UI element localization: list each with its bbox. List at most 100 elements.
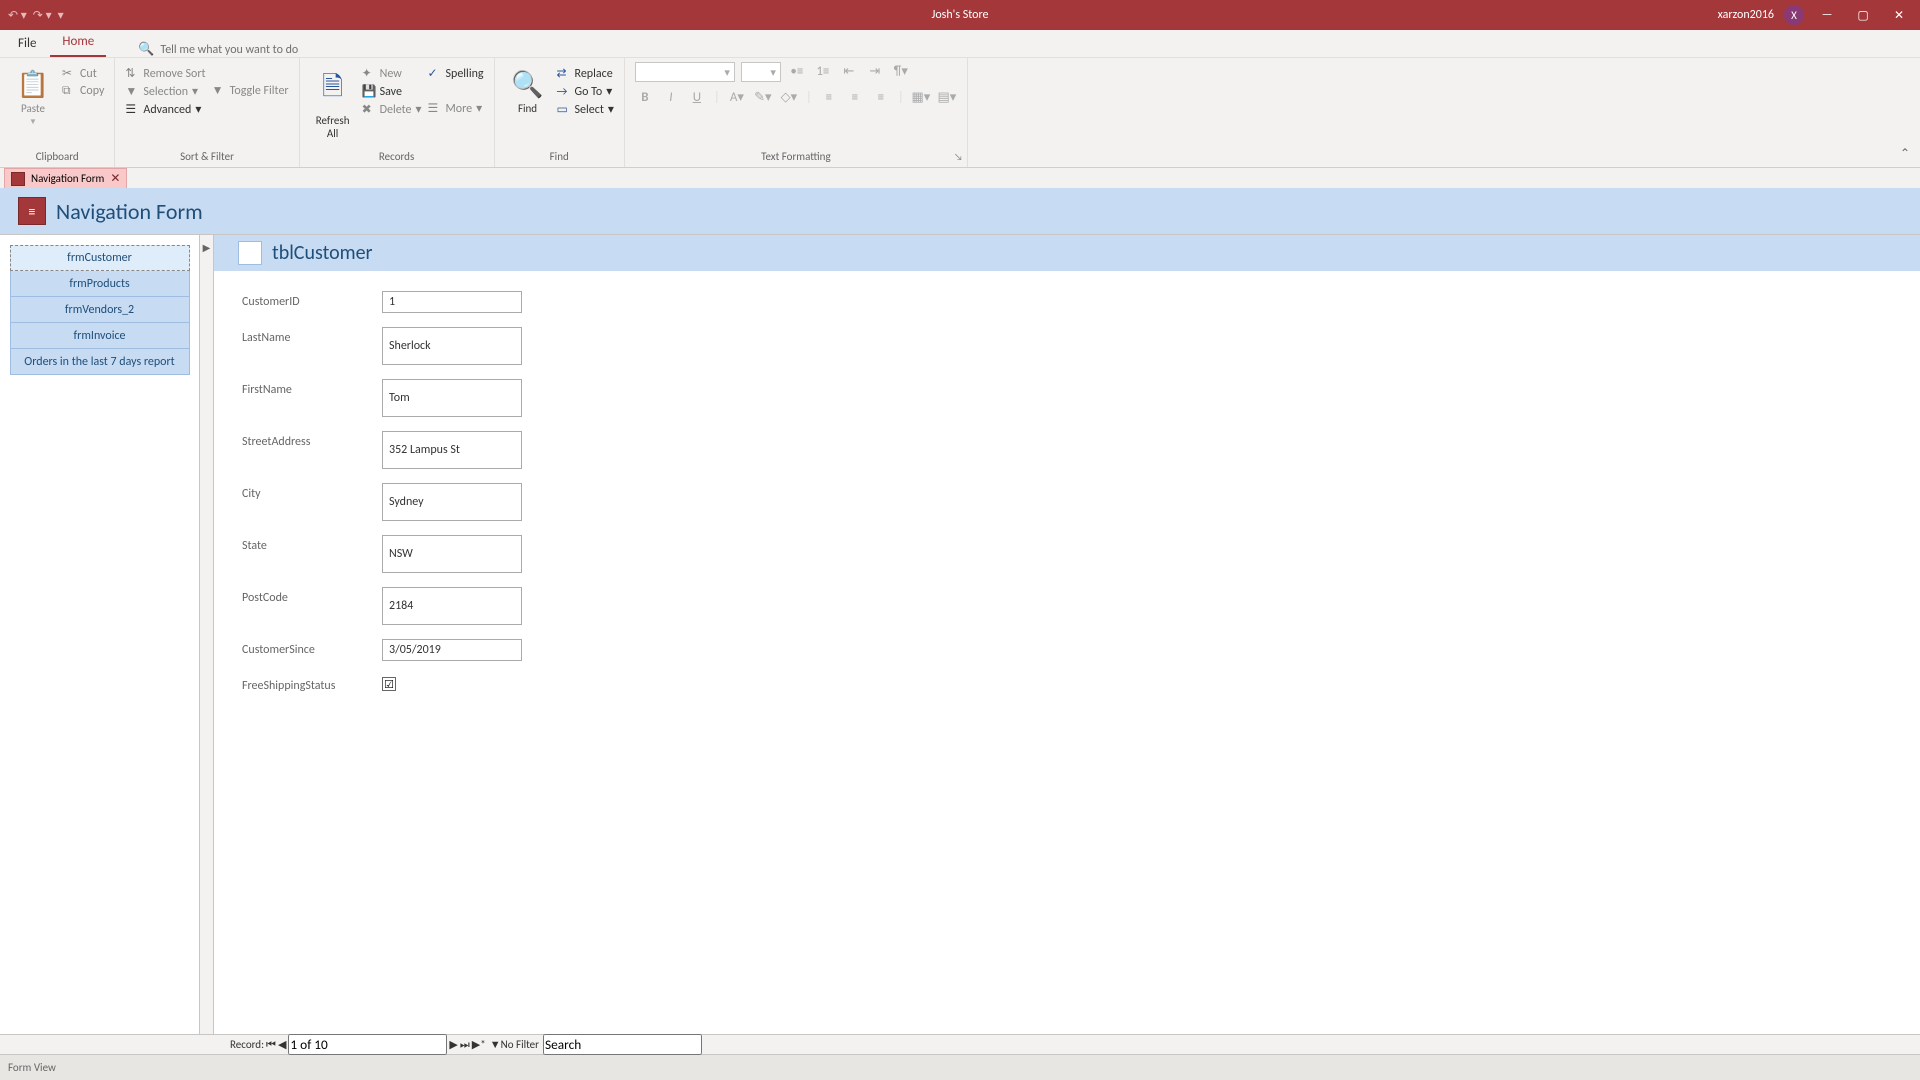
document-tab-navigationform[interactable]: Navigation Form ✕ [4, 168, 127, 188]
status-mode: Form View [8, 1061, 56, 1074]
paste-button: 📋 Paste ▼ [10, 62, 56, 127]
last-record-button[interactable]: ⏭ [460, 1038, 470, 1052]
new-icon: ✦ [362, 66, 376, 81]
label-lastname: LastName [242, 327, 362, 345]
ribbon-group-textformat: ▾ ▾ •≡ 1≡ ⇤ ⇥ ¶▾ B I U | A▾ ✎▾ ◇▾ | ≡ ≡ … [625, 58, 968, 167]
align-right-button: ≡ [871, 88, 891, 108]
input-streetaddress[interactable] [382, 431, 522, 469]
goto-icon: → [557, 85, 571, 99]
tell-me-placeholder: Tell me what you want to do [160, 43, 298, 57]
input-state[interactable] [382, 535, 522, 573]
next-record-button[interactable]: ▶ [449, 1038, 457, 1051]
label-streetaddress: StreetAddress [242, 431, 362, 449]
ribbon-group-records: 🗎 Refresh All ✦New 💾Save ✖Delete ▾ ✓Spel… [300, 58, 495, 167]
label-customerid: CustomerID [242, 291, 362, 309]
align-center-button: ≡ [845, 88, 865, 108]
new-record-button[interactable]: ▶* [472, 1038, 486, 1051]
app-title: Josh's Store [932, 8, 989, 22]
tab-file[interactable]: File [6, 32, 48, 57]
filter-icon: ▼ [490, 1038, 501, 1051]
font-family-select: ▾ [635, 62, 735, 82]
copy-icon: ⧉ [62, 84, 76, 98]
tab-home[interactable]: Home [50, 30, 106, 57]
navigation-form-header: ≡ Navigation Form [0, 188, 1920, 234]
spelling-button[interactable]: ✓Spelling [428, 66, 484, 81]
user-avatar[interactable]: X [1784, 5, 1804, 25]
label-firstname: FirstName [242, 379, 362, 397]
user-name[interactable]: xarzon2016 [1718, 8, 1774, 22]
redo-button[interactable]: ↷ ▾ [33, 8, 52, 23]
document-tab-bar: Navigation Form ✕ [0, 168, 1920, 188]
nav-item-frmvendors2[interactable]: frmVendors_2 [10, 297, 190, 323]
refresh-label: Refresh All [316, 114, 350, 140]
maximize-button[interactable]: ▢ [1850, 8, 1876, 23]
minimize-button[interactable]: — [1814, 8, 1840, 22]
label-customersince: CustomerSince [242, 639, 362, 657]
nav-item-frminvoice[interactable]: frmInvoice [10, 323, 190, 349]
copy-button: ⧉Copy [62, 84, 104, 98]
navigation-form-icon: ≡ [18, 197, 46, 225]
ribbon-group-sortfilter: ⇅Remove Sort ▼Selection ▾ ☰Advanced ▾ x … [115, 58, 299, 167]
undo-button[interactable]: ↶ ▾ [8, 8, 27, 23]
align-left-button: ≡ [819, 88, 839, 108]
advanced-button[interactable]: ☰Advanced ▾ [125, 102, 205, 117]
replace-button[interactable]: ⇄Replace [557, 66, 614, 81]
nav-item-ordersreport[interactable]: Orders in the last 7 days report [10, 349, 190, 375]
label-state: State [242, 535, 362, 553]
record-position-input[interactable] [288, 1034, 447, 1055]
ribbon-tabs: File Home 🔍 Tell me what you want to do [0, 30, 1920, 58]
find-button[interactable]: 🔍 Find [505, 62, 551, 115]
close-button[interactable]: ✕ [1886, 8, 1912, 23]
record-label: Record: [230, 1038, 264, 1051]
italic-button: I [661, 88, 681, 108]
textformat-launcher-icon[interactable]: ↘ [954, 150, 963, 163]
tell-me-box[interactable]: 🔍 Tell me what you want to do [108, 42, 298, 57]
first-record-button[interactable]: ⏮ [266, 1038, 276, 1052]
input-city[interactable] [382, 483, 522, 521]
ribbon-group-find: 🔍 Find ⇄Replace →Go To ▾ ▭Select ▾ Find [495, 58, 625, 167]
refresh-icon: 🗎 [322, 68, 343, 112]
label-postcode: PostCode [242, 587, 362, 605]
bold-button: B [635, 88, 655, 108]
new-button: ✦New [362, 66, 422, 81]
navigation-form-title: Navigation Form [56, 198, 203, 225]
customize-qat-button[interactable]: ▾ [58, 8, 64, 23]
input-lastname[interactable] [382, 327, 522, 365]
checkbox-freeshipping[interactable]: ☑ [382, 677, 396, 691]
spelling-icon: ✓ [428, 66, 442, 81]
record-selector[interactable]: ▶ [200, 235, 214, 1034]
collapse-ribbon-button[interactable]: ⌃ [1900, 146, 1910, 161]
navigation-strip: frmCustomer frmProducts frmVendors_2 frm… [0, 235, 200, 1034]
subform-icon [238, 241, 262, 265]
document-tab-label: Navigation Form [31, 172, 104, 185]
ribbon: 📋 Paste ▼ ✂Cut ⧉Copy Clipboard ⇅Remove S… [0, 58, 1920, 168]
gridlines-button: ▦▾ [911, 88, 931, 108]
advanced-icon: ☰ [125, 102, 139, 117]
input-postcode[interactable] [382, 587, 522, 625]
font-color-button: A▾ [727, 88, 747, 108]
alt-row-color-button: ▤▾ [937, 88, 957, 108]
numbering-button: 1≡ [813, 62, 833, 82]
paste-icon: 📋 [17, 68, 49, 100]
input-customersince[interactable] [382, 639, 522, 661]
nav-item-frmcustomer[interactable]: frmCustomer [10, 245, 190, 271]
find-label: Find [518, 102, 537, 115]
goto-button[interactable]: →Go To ▾ [557, 84, 614, 99]
ribbon-group-clipboard: 📋 Paste ▼ ✂Cut ⧉Copy Clipboard [0, 58, 115, 167]
cut-button: ✂Cut [62, 66, 104, 81]
input-firstname[interactable] [382, 379, 522, 417]
prev-record-button[interactable]: ◀ [278, 1038, 286, 1051]
filter-icon: ▼ [212, 83, 226, 98]
record-search-input[interactable] [543, 1034, 702, 1055]
refresh-all-button[interactable]: 🗎 Refresh All [310, 62, 356, 140]
subform-title: tblCustomer [272, 241, 373, 265]
select-button[interactable]: ▭Select ▾ [557, 102, 614, 117]
save-button[interactable]: 💾Save [362, 84, 422, 99]
nav-item-frmproducts[interactable]: frmProducts [10, 271, 190, 297]
increase-indent-button: ⇥ [865, 62, 885, 82]
find-group-label: Find [505, 148, 614, 167]
underline-button: U [687, 88, 707, 108]
save-icon: 💾 [362, 84, 376, 99]
close-tab-button[interactable]: ✕ [110, 171, 120, 186]
input-customerid[interactable] [382, 291, 522, 313]
